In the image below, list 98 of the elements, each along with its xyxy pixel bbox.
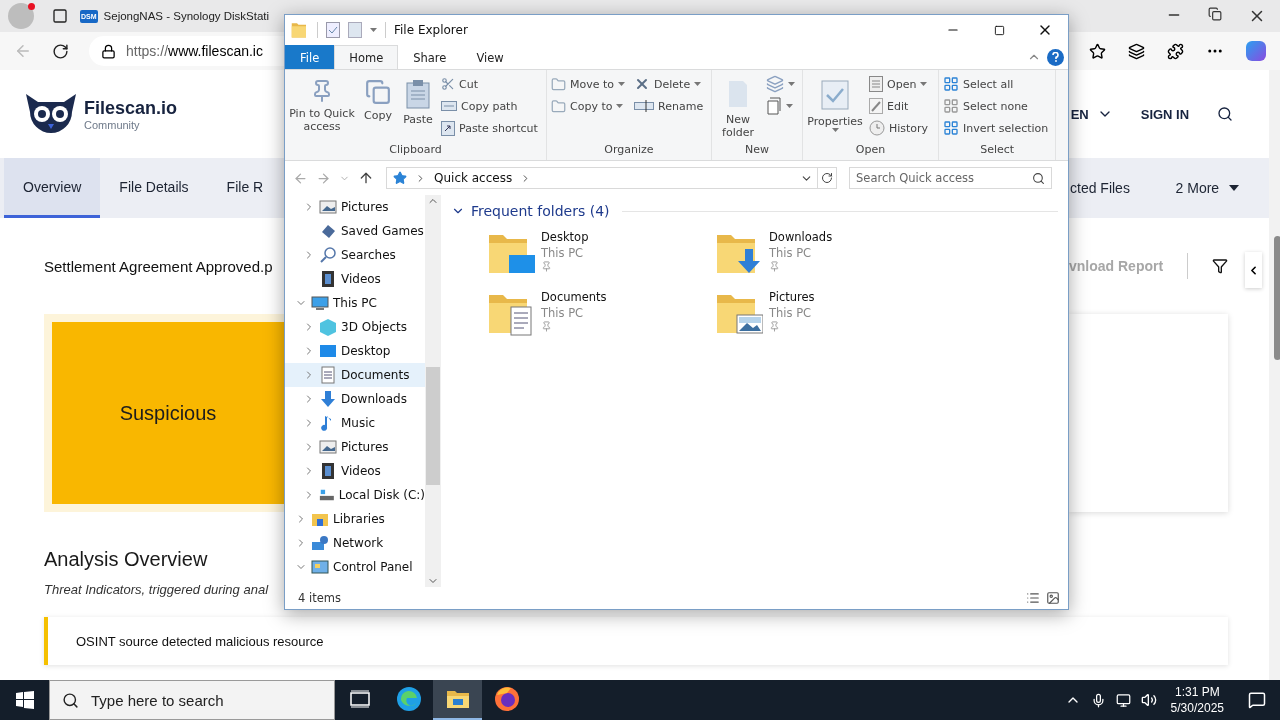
- ribbon-button[interactable]: Select none: [943, 95, 1052, 117]
- ribbon-button[interactable]: Open: [869, 73, 932, 95]
- tree-item[interactable]: Downloads: [285, 387, 425, 411]
- tree-item[interactable]: Videos: [285, 459, 425, 483]
- button-label: Invert selection: [963, 121, 1049, 135]
- folder-name: Documents: [541, 289, 607, 305]
- button-label: Copy: [364, 109, 392, 122]
- tree-item[interactable]: Network: [285, 531, 425, 555]
- ribbon-button[interactable]: Copy path: [441, 95, 541, 117]
- tree-item[interactable]: Searches: [285, 243, 425, 267]
- group-label: New: [744, 143, 770, 158]
- button-label: Select all: [963, 77, 1014, 91]
- tree-item[interactable]: Pictures: [285, 435, 425, 459]
- folder-tile[interactable]: Downloads This PC: [715, 229, 943, 277]
- tree-item[interactable]: This PC: [285, 291, 425, 315]
- tab-title: SejongNAS - Synology DiskStati: [103, 10, 270, 22]
- button-label: Move to: [570, 77, 615, 91]
- url-text: https://www.filescan.ic: [126, 43, 263, 59]
- tree-item[interactable]: Videos: [285, 267, 425, 291]
- group-label: Clipboard: [388, 143, 443, 158]
- ribbon-button[interactable]: Copy: [361, 73, 395, 122]
- section-header[interactable]: Frequent folders (4): [471, 203, 610, 219]
- group-label: Organize: [603, 143, 655, 158]
- group-label: Select: [979, 143, 1016, 158]
- ribbon-tab[interactable]: File: [285, 45, 335, 69]
- folder-name: Desktop: [541, 229, 589, 245]
- nav-tab[interactable]: File Details: [100, 158, 208, 218]
- tree-item[interactable]: Control Panel: [285, 555, 425, 579]
- nav-tab[interactable]: Overview: [4, 158, 101, 218]
- ribbon-button[interactable]: New folder: [716, 73, 760, 139]
- folder-tile[interactable]: Desktop This PC: [487, 229, 715, 277]
- folder-tile[interactable]: Documents This PC: [487, 289, 715, 337]
- ribbon-tab[interactable]: Home: [334, 45, 399, 69]
- indicator-alert: OSINT source detected malicious resource: [44, 617, 1229, 665]
- ribbon-button[interactable]: Rename: [634, 95, 707, 117]
- tree-item[interactable]: Libraries: [285, 507, 425, 531]
- button-label: Copy path: [461, 99, 518, 113]
- search-placeholder: Search Quick access: [856, 171, 975, 185]
- file-name: Settlement Agreement Approved.p: [44, 257, 274, 275]
- tree-item[interactable]: Saved Games: [285, 219, 425, 243]
- section-subtitle: Threat Indicators, triggered during anal: [44, 582, 268, 597]
- ribbon-button[interactable]: Paste: [401, 73, 435, 126]
- search-field[interactable]: Search Quick access: [849, 167, 1052, 189]
- window-title: File Explorer: [394, 23, 468, 37]
- folder-location: This PC: [541, 245, 585, 261]
- folder-location: This PC: [541, 305, 585, 321]
- brand-name: Filescan.io: [84, 97, 178, 119]
- tree-item[interactable]: 3D Objects: [285, 315, 425, 339]
- ribbon-button[interactable]: Cut: [441, 73, 541, 95]
- folder-tile[interactable]: Pictures This PC: [715, 289, 943, 337]
- language-selector[interactable]: EN: [1070, 106, 1113, 122]
- group-label: Open: [854, 143, 887, 158]
- ribbon-button[interactable]: Select all: [943, 73, 1052, 95]
- brand-subtitle: Community: [84, 118, 141, 131]
- sign-in-link[interactable]: SIGN IN: [1140, 106, 1190, 122]
- search-placeholder: Type here to search: [91, 691, 224, 709]
- url-field[interactable]: https://www.filescan.ic: [89, 36, 284, 66]
- button-label: Paste: [403, 113, 433, 126]
- more-menu[interactable]: 2 More: [1175, 180, 1240, 196]
- button-label: Delete: [654, 77, 691, 91]
- verdict-label: Suspicious: [52, 322, 284, 504]
- ribbon-button[interactable]: Copy to: [551, 95, 629, 117]
- taskbar-search-field[interactable]: Type here to search: [49, 680, 335, 720]
- folder-name: Pictures: [769, 289, 815, 305]
- folder-name: Downloads: [769, 229, 833, 245]
- section-heading: Analysis Overview: [44, 548, 208, 571]
- tree-item[interactable]: Desktop: [285, 339, 425, 363]
- button-label: Pin to Quick access: [289, 107, 355, 133]
- address-field[interactable]: Quick access: [386, 167, 818, 189]
- button-label: New folder: [721, 113, 755, 139]
- item-count: 4 items: [298, 591, 341, 605]
- folder-location: This PC: [769, 245, 813, 261]
- ribbon-button[interactable]: Pin to Quick access: [289, 73, 355, 133]
- button-label: Rename: [658, 99, 704, 113]
- button-label: History: [889, 121, 929, 135]
- button-label: Open: [887, 77, 917, 91]
- ribbon-button[interactable]: Move to: [551, 73, 629, 95]
- ribbon-button[interactable]: Paste shortcut: [441, 117, 541, 139]
- ribbon-button[interactable]: Delete: [634, 73, 707, 95]
- ribbon-button[interactable]: Edit: [869, 95, 932, 117]
- nav-tab[interactable]: File R: [207, 158, 264, 218]
- breadcrumb-item[interactable]: Quick access: [434, 171, 513, 185]
- tree-item[interactable]: Documents: [285, 363, 425, 387]
- button-label: Select none: [963, 99, 1028, 113]
- ribbon-button[interactable]: Invert selection: [943, 117, 1052, 139]
- button-label: Edit: [887, 99, 909, 113]
- folder-location: This PC: [769, 305, 813, 321]
- clock[interactable]: 1:31 PM 5/30/2025: [1170, 684, 1224, 716]
- button-label: Copy to: [570, 99, 613, 113]
- nav-tab[interactable]: cted Files: [1070, 180, 1130, 196]
- ribbon-button[interactable]: History: [869, 117, 932, 139]
- button-label: Properties: [807, 115, 863, 128]
- tree-item[interactable]: Local Disk (C:): [285, 483, 425, 507]
- button-label: Paste shortcut: [459, 121, 538, 135]
- tree-item[interactable]: Music: [285, 411, 425, 435]
- tree-item[interactable]: Pictures: [285, 195, 425, 219]
- button-label: Cut: [459, 77, 478, 91]
- ribbon-button[interactable]: Properties: [807, 73, 863, 132]
